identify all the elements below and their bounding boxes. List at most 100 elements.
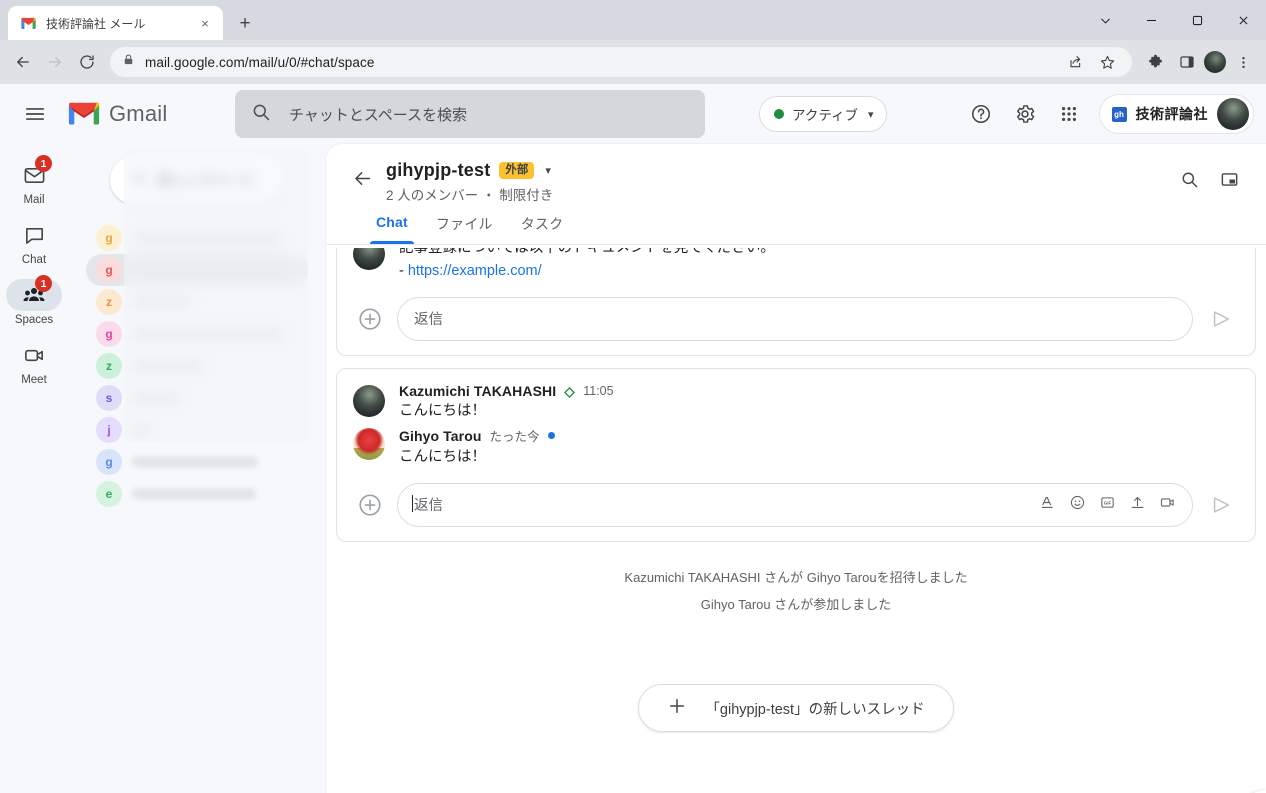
reload-icon[interactable] <box>72 47 102 77</box>
browser-tab[interactable]: 技術評論社 メール × <box>8 6 223 40</box>
lock-icon <box>122 53 135 71</box>
plus-circle-icon[interactable] <box>353 302 387 336</box>
bookmark-star-icon[interactable] <box>1092 47 1122 77</box>
gear-icon[interactable] <box>1005 94 1045 134</box>
thread-scroll-area[interactable]: 記事登録については以下のドキュメントを見てください。 - https://exa… <box>326 248 1266 793</box>
browser-profile-avatar[interactable] <box>1204 51 1226 73</box>
sidebar-item-spaces[interactable]: 1 Spaces <box>2 275 66 332</box>
space-avatar: g <box>96 257 122 283</box>
window-controls <box>1082 0 1266 40</box>
upload-icon[interactable] <box>1129 494 1146 516</box>
reply-input[interactable]: 返信 <box>397 296 1193 341</box>
space-list-item[interactable]: e <box>68 478 326 510</box>
new-tab-button[interactable]: + <box>231 9 259 37</box>
thread-card: Kazumichi TAKAHASHI 11:05 こんにちは！ Gihyo T… <box>336 367 1256 542</box>
new-space-label: 新しいスペース <box>157 172 254 188</box>
new-space-button[interactable]: 新しいスペース <box>109 156 285 204</box>
space-list-item[interactable]: s <box>68 382 326 414</box>
space-header-actions <box>1170 160 1248 198</box>
reply-row: 返信 GIF <box>353 482 1239 527</box>
window-chevron-down-icon[interactable] <box>1082 0 1128 40</box>
sidebar-item-chat[interactable]: Chat <box>2 216 66 272</box>
avatar[interactable] <box>353 384 385 417</box>
tab-tasks[interactable]: タスク <box>507 214 578 244</box>
gmail-logo[interactable]: Gmail <box>67 101 235 127</box>
video-icon[interactable] <box>1159 494 1176 516</box>
send-icon[interactable] <box>1203 487 1239 523</box>
browser-window: 技術評論社 メール × + mail.google.com/mail/u/0/#… <box>0 0 1266 793</box>
hamburger-icon[interactable] <box>11 90 59 138</box>
chevron-down-icon[interactable]: ▾ <box>545 164 551 177</box>
space-list-item[interactable]: g <box>68 222 326 254</box>
svg-text:GIF: GIF <box>1104 500 1112 505</box>
extensions-puzzle-icon[interactable] <box>1140 47 1170 77</box>
three-dot-menu-icon[interactable] <box>1228 47 1258 77</box>
back-icon[interactable] <box>8 47 38 77</box>
window-maximize-icon[interactable] <box>1174 0 1220 40</box>
space-list-item[interactable]: g <box>68 446 326 478</box>
thread-card: 記事登録については以下のドキュメントを見てください。 - https://exa… <box>336 248 1256 356</box>
format-text-icon[interactable] <box>1039 494 1056 516</box>
account-chip[interactable]: gh 技術評論社 <box>1098 94 1254 134</box>
search-input[interactable]: チャットとスペースを検索 <box>235 90 705 138</box>
link-prefix: - <box>399 263 408 280</box>
new-thread-label: 「gihypjp-test」の新しいスレッド <box>705 701 925 718</box>
forward-icon <box>40 47 70 77</box>
side-panel-icon[interactable] <box>1172 47 1202 77</box>
space-list-item[interactable]: g <box>68 318 326 350</box>
send-icon[interactable] <box>1203 301 1239 337</box>
org-name: 技術評論社 <box>1135 106 1208 122</box>
spaces-badge: 1 <box>35 275 52 292</box>
video-camera-icon <box>6 339 62 371</box>
tab-strip: 技術評論社 メール × + <box>0 0 1266 40</box>
window-close-icon[interactable] <box>1220 0 1266 40</box>
avatar[interactable] <box>1217 98 1249 130</box>
share-icon[interactable] <box>1060 47 1090 77</box>
message-link[interactable]: https://example.com/ <box>408 263 542 279</box>
space-list-item[interactable]: z <box>68 286 326 318</box>
status-dot-icon <box>774 109 784 119</box>
message-row: Gihyo Tarou たった今 こんにちは！ <box>353 422 1239 468</box>
space-list-item[interactable]: z <box>68 350 326 382</box>
space-avatar: g <box>96 225 122 251</box>
tab-close-icon[interactable]: × <box>196 14 214 32</box>
space-avatar: z <box>96 289 122 315</box>
space-name-redacted <box>132 489 256 499</box>
message-text: こんにちは！ <box>399 449 486 466</box>
reply-input-focused[interactable]: 返信 GIF <box>397 482 1193 527</box>
avatar[interactable] <box>353 428 385 461</box>
space-list-item[interactable]: g <box>68 254 326 286</box>
space-header: gihypjp-test 外部 ▾ 2 人のメンバー ・ 制限付き Chat フ… <box>326 144 1266 244</box>
space-name-redacted <box>132 361 204 371</box>
emoji-icon[interactable] <box>1069 494 1086 516</box>
status-label: アクティブ <box>792 108 859 123</box>
status-badge[interactable]: アクティブ ▾ <box>759 96 887 132</box>
back-arrow-icon[interactable] <box>344 160 380 196</box>
tab-files[interactable]: ファイル <box>422 214 507 244</box>
picture-in-picture-icon[interactable] <box>1210 160 1248 198</box>
new-thread-button[interactable]: 「gihypjp-test」の新しいスレッド <box>638 684 954 733</box>
sidebar-item-label: Spaces <box>14 314 54 326</box>
gif-icon[interactable]: GIF <box>1099 494 1116 516</box>
space-name-redacted <box>132 265 292 275</box>
plus-circle-icon[interactable] <box>353 488 387 522</box>
tab-chat[interactable]: Chat <box>362 214 422 244</box>
body-layout: 1 Mail Chat 1 Spaces Meet 新しいスペース g g z … <box>0 144 1266 793</box>
chat-bubble-icon <box>6 219 62 251</box>
space-list-item[interactable]: j <box>68 414 326 446</box>
url-text: mail.google.com/mail/u/0/#chat/space <box>145 54 375 70</box>
message-text: こんにちは！ <box>399 402 486 419</box>
system-messages: Kazumichi TAKAHASHI さんが Gihyo Tarouを招待しま… <box>336 554 1256 623</box>
search-icon[interactable] <box>1170 160 1208 198</box>
search-placeholder: チャットとスペースを検索 <box>289 106 468 124</box>
help-icon[interactable] <box>961 94 1001 134</box>
window-minimize-icon[interactable] <box>1128 0 1174 40</box>
apps-grid-icon[interactable] <box>1049 94 1089 134</box>
sidebar-item-mail[interactable]: 1 Mail <box>2 155 66 212</box>
page-title: gihypjp-test <box>386 160 491 180</box>
sidebar-item-meet[interactable]: Meet <box>2 336 66 392</box>
system-message: Kazumichi TAKAHASHI さんが Gihyo Tarouを招待しま… <box>624 569 968 585</box>
address-bar[interactable]: mail.google.com/mail/u/0/#chat/space <box>110 47 1132 77</box>
system-message: Gihyo Tarou さんが参加しました <box>700 597 892 613</box>
avatar[interactable] <box>353 248 385 270</box>
